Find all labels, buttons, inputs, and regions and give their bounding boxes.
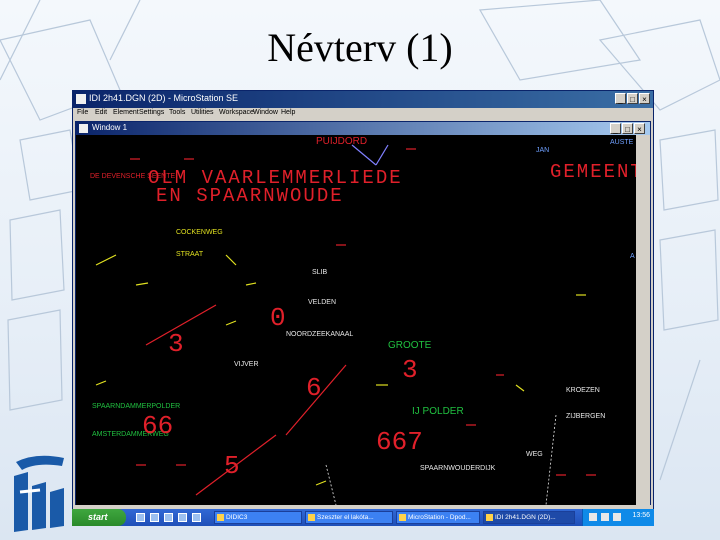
- minimize-button[interactable]: _: [615, 93, 626, 104]
- taskbar: start DIDIC3 Szeszter el lakóta... Micro…: [72, 509, 654, 526]
- menu-edit[interactable]: Edit: [95, 109, 107, 116]
- map-label-ij-polder: IJ POLDER: [412, 406, 464, 417]
- map-label-kroezen: KROEZEN: [566, 387, 600, 394]
- map-number-3b: 3: [402, 355, 418, 385]
- microstation-icon: [399, 514, 406, 521]
- view-minimize-button[interactable]: _: [610, 123, 621, 134]
- map-label-straat: STRAAT: [176, 251, 204, 258]
- menubar: File Edit Element Settings Tools Utiliti…: [73, 108, 653, 120]
- clock: 13:56: [632, 512, 650, 519]
- map-label-red-small: DE DEVENSCHE SEENTE: [90, 173, 176, 180]
- task-button-1[interactable]: DIDIC3: [214, 511, 302, 524]
- quicklaunch-icon-4[interactable]: [178, 513, 187, 522]
- map-label-spaarndammerpolder: SPAARNDAMMERPOLDER: [92, 403, 181, 410]
- map-label-cockenweg: COCKENWEG: [176, 229, 223, 236]
- start-button[interactable]: start: [72, 509, 126, 526]
- tray-icon-2[interactable]: [601, 513, 609, 521]
- view-titlebar[interactable]: Window 1 _ □ ×: [76, 122, 650, 135]
- quicklaunch-icon-3[interactable]: [164, 513, 173, 522]
- task-label-4: IDI 2h41.DGN (2D)...: [495, 514, 556, 521]
- map-label-a: A: [630, 253, 635, 260]
- map-label-weg: WEG: [526, 451, 543, 458]
- slide-title: Névterv (1): [267, 25, 453, 70]
- view-maximize-button[interactable]: □: [622, 123, 633, 134]
- tray-icon-1[interactable]: [589, 513, 597, 521]
- map-label-auste: AUSTE: [610, 139, 634, 146]
- quicklaunch-icon-1[interactable]: [136, 513, 145, 522]
- app-title: IDI 2h41.DGN (2D) - MicroStation SE: [89, 93, 239, 103]
- view-window[interactable]: Window 1 _ □ × OLM VAARLEMMERLIEDE EN SP…: [75, 121, 651, 505]
- map-label-slib: SLIB: [312, 269, 328, 276]
- task-button-4[interactable]: IDI 2h41.DGN (2D)...: [483, 511, 575, 524]
- app-titlebar[interactable]: IDI 2h41.DGN (2D) - MicroStation SE _ □ …: [73, 91, 653, 108]
- map-number-6: 6: [306, 373, 322, 403]
- system-tray: 13:56: [582, 509, 654, 526]
- task-label-3: MicroStation - Dpod...: [408, 514, 471, 521]
- menu-tools[interactable]: Tools: [169, 109, 185, 116]
- quicklaunch-icon-2[interactable]: [150, 513, 159, 522]
- map-number-66: 66: [142, 411, 174, 441]
- folder-icon: [217, 514, 224, 521]
- microstation-window[interactable]: IDI 2h41.DGN (2D) - MicroStation SE _ □ …: [72, 90, 654, 524]
- task-label-1: DIDIC3: [226, 514, 248, 521]
- task-button-2[interactable]: Szeszter el lakóta...: [305, 511, 393, 524]
- vertical-scrollbar[interactable]: [636, 135, 650, 505]
- menu-workspace[interactable]: Workspace: [219, 109, 254, 116]
- menu-utilities[interactable]: Utilities: [191, 109, 214, 116]
- menu-settings[interactable]: Settings: [139, 109, 164, 116]
- map-label-groote: GROOTE: [388, 340, 432, 351]
- map-label-jan: JAN: [536, 147, 550, 154]
- map-label-vijver: VIJVER: [234, 361, 259, 368]
- view-title: Window 1: [92, 123, 128, 132]
- map-label-puijdorp: PUIJDORD: [316, 136, 368, 147]
- map-number-5: 5: [224, 451, 240, 481]
- map-label-spaarnwouderdijk: SPAARNWOUDERDIJK: [420, 465, 496, 472]
- dgn-icon: [486, 514, 493, 521]
- menu-element[interactable]: Element: [113, 109, 139, 116]
- view-icon: [79, 124, 88, 133]
- map-label-municipality-2: EN SPAARNWOUDE: [156, 185, 344, 207]
- maximize-button[interactable]: □: [627, 93, 638, 104]
- menu-file[interactable]: File: [77, 109, 88, 116]
- close-button[interactable]: ×: [639, 93, 650, 104]
- map-label-velden: VELDEN: [308, 299, 337, 306]
- menu-help[interactable]: Help: [281, 109, 295, 116]
- map-label-zijbergen: ZIJBERGEN: [566, 413, 606, 420]
- tray-icon-3[interactable]: [613, 513, 621, 521]
- app-icon: [76, 94, 86, 104]
- quicklaunch-icon-5[interactable]: [192, 513, 201, 522]
- document-icon: [308, 514, 315, 521]
- menu-window[interactable]: Window: [253, 109, 278, 116]
- view-close-button[interactable]: ×: [634, 123, 645, 134]
- fdn-logo: [14, 455, 64, 532]
- map-number-3: 3: [168, 329, 184, 359]
- map-number-667: 667: [376, 427, 423, 457]
- task-label-2: Szeszter el lakóta...: [317, 514, 374, 521]
- task-button-3[interactable]: MicroStation - Dpod...: [396, 511, 480, 524]
- map-label-noordzeekanaal: NOORDZEEKANAAL: [286, 331, 354, 338]
- map-label-gemeente: GEMEENT: [550, 161, 636, 183]
- map-number-0: 0: [270, 303, 286, 333]
- drawing-canvas[interactable]: OLM VAARLEMMERLIEDE EN SPAARNWOUDE GEMEE…: [76, 135, 636, 505]
